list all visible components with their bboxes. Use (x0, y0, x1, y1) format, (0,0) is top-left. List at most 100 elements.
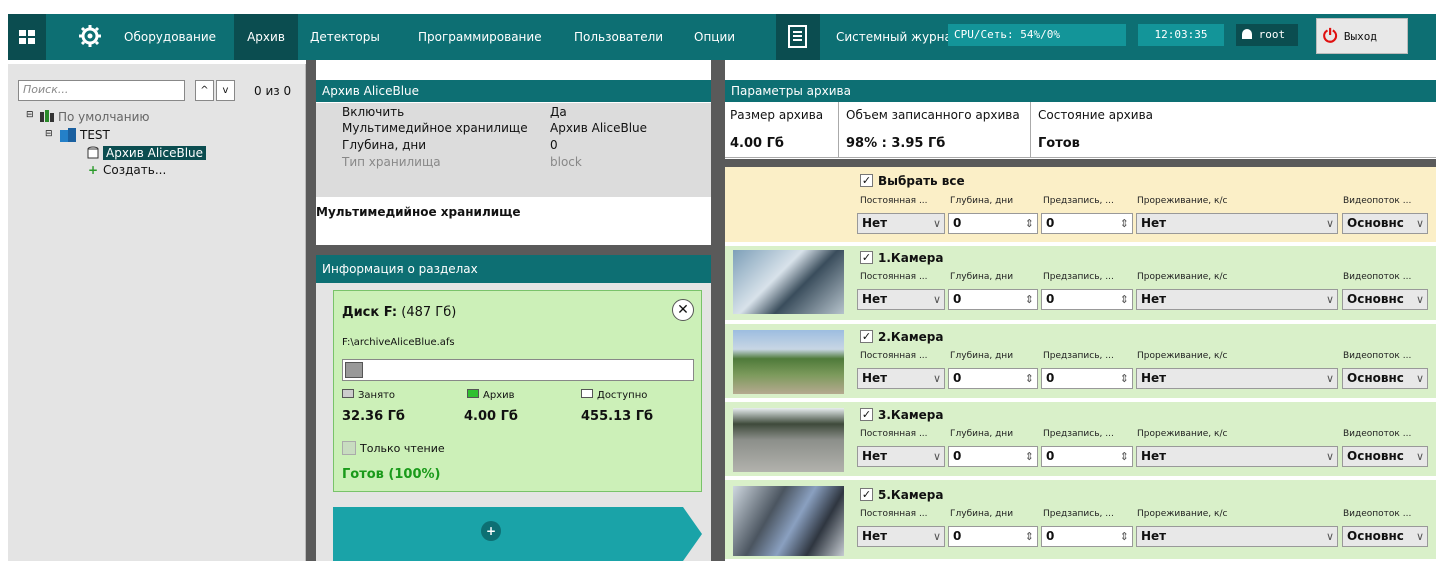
permanent-select[interactable]: Нет ∨ (857, 368, 945, 389)
thinning-select[interactable]: Нет ∨ (1136, 213, 1338, 234)
settings-button[interactable] (64, 14, 112, 60)
depth-stepper[interactable]: 0 ⇕ (948, 213, 1038, 234)
tab-archive[interactable]: Архив (234, 14, 298, 60)
user-badge[interactable]: root (1236, 24, 1298, 46)
permanent-select[interactable]: Нет ∨ (857, 213, 945, 234)
col-prerec: Предзапись, ... (1043, 272, 1114, 282)
disk-title: Диск F: (487 Гб) (342, 305, 456, 320)
tab-detectors[interactable]: Детекторы (302, 14, 388, 60)
prop-row[interactable]: Мультимедийное хранилище Архив AliceBlue (342, 121, 711, 136)
search-prev-button[interactable]: ^ (195, 80, 214, 101)
prop-key: Глубина, дни (342, 138, 427, 152)
camera-checkbox[interactable]: ✓ (860, 488, 873, 501)
stream-select[interactable]: Основнс ∨ (1342, 368, 1428, 389)
search-counter: 0 из 0 (254, 84, 292, 98)
legend-used: Занято (342, 389, 395, 401)
tab-equipment[interactable]: Оборудование (116, 14, 224, 60)
stream-select[interactable]: Основнс ∨ (1342, 213, 1428, 234)
stream-select[interactable]: Основнс ∨ (1342, 289, 1428, 310)
prerec-stepper[interactable]: 0 ⇕ (1041, 446, 1133, 467)
document-icon (788, 25, 807, 48)
readonly-checkbox[interactable]: Только чтение (342, 441, 445, 455)
camera-thumbnail (733, 330, 844, 394)
permanent-select[interactable]: Нет ∨ (857, 446, 945, 467)
col-thinning: Прореживание, к/с (1137, 196, 1228, 206)
camera-title: 3.Камера (878, 408, 944, 422)
tab-syslog[interactable]: Системный журнал (828, 14, 968, 60)
splitter-right[interactable] (711, 60, 725, 561)
stream-select[interactable]: Основнс ∨ (1342, 526, 1428, 547)
select-all-checkbox[interactable]: ✓ (860, 174, 873, 187)
col-depth: Глубина, дни (950, 272, 1014, 282)
permanent-select[interactable]: Нет ∨ (857, 526, 945, 547)
prop-row[interactable]: Глубина, дни 0 (342, 138, 711, 153)
panel-gap (316, 245, 711, 255)
add-disk-button[interactable]: + (333, 507, 702, 561)
tab-users[interactable]: Пользователи (566, 14, 671, 60)
col-permanent: Постоянная ... (860, 429, 928, 439)
depth-stepper[interactable]: 0 ⇕ (948, 526, 1038, 547)
stream-select[interactable]: Основнс ∨ (1342, 446, 1428, 467)
params-header: Параметры архива (725, 80, 1436, 102)
tab-options[interactable]: Опции (686, 14, 743, 60)
free-value: 455.13 Гб (581, 409, 654, 424)
state-value: Готов (1038, 136, 1080, 151)
tree-item-create[interactable]: Создать... (103, 163, 166, 177)
thinning-select[interactable]: Нет ∨ (1136, 289, 1338, 310)
col-state: Состояние архива (1038, 108, 1154, 122)
disk-status: Готов (100%) (342, 467, 441, 482)
thinning-select[interactable]: Нет ∨ (1136, 446, 1338, 467)
remove-disk-icon[interactable]: ✕ (672, 299, 694, 321)
permanent-select[interactable]: Нет ∨ (857, 289, 945, 310)
camera-thumbnail (733, 250, 844, 314)
search-input[interactable]: Поиск... (18, 80, 185, 101)
logout-label: Выход (1343, 30, 1377, 43)
tree-toggle-test[interactable]: ⊟ (45, 129, 53, 139)
splitter-left[interactable] (306, 60, 316, 561)
server-icon (60, 128, 76, 142)
depth-stepper[interactable]: 0 ⇕ (948, 446, 1038, 467)
tree-item-archive[interactable]: Архив AliceBlue (103, 146, 207, 160)
col-thinning: Прореживание, к/с (1137, 429, 1228, 439)
col-prerec: Предзапись, ... (1043, 429, 1114, 439)
disk-usage-used (345, 362, 363, 378)
col-permanent: Постоянная ... (860, 351, 928, 361)
depth-stepper[interactable]: 0 ⇕ (948, 289, 1038, 310)
tree-item-test[interactable]: TEST (80, 128, 110, 142)
camera-checkbox[interactable]: ✓ (860, 251, 873, 264)
camera-checkbox[interactable]: ✓ (860, 408, 873, 421)
col-depth: Глубина, дни (950, 429, 1014, 439)
prerec-stepper[interactable]: 0 ⇕ (1041, 213, 1133, 234)
grid-icon (19, 30, 35, 44)
disk-label: Диск F: (342, 305, 398, 320)
recorded-value: 98% : 3.95 Гб (846, 136, 946, 151)
prop-description: Мультимедийное хранилище (316, 198, 711, 245)
col-thinning: Прореживание, к/с (1137, 351, 1228, 361)
prerec-stepper[interactable]: 0 ⇕ (1041, 289, 1133, 310)
search-next-button[interactable]: v (216, 80, 235, 101)
camera-checkbox[interactable]: ✓ (860, 330, 873, 343)
prop-key: Включить (342, 105, 405, 119)
disk-usage-bar (342, 359, 694, 381)
thinning-select[interactable]: Нет ∨ (1136, 368, 1338, 389)
archive-value: 4.00 Гб (464, 409, 518, 424)
camera-title: 5.Камера (878, 488, 944, 502)
journal-icon-button[interactable] (776, 14, 820, 60)
col-stream: Видеопоток ... (1343, 351, 1412, 361)
prerec-stepper[interactable]: 0 ⇕ (1041, 368, 1133, 389)
device-tree-panel (8, 64, 306, 561)
col-prerec: Предзапись, ... (1043, 351, 1114, 361)
archive-props-header: Архив AliceBlue (316, 80, 711, 102)
prerec-stepper[interactable]: 0 ⇕ (1041, 526, 1133, 547)
col-thinning: Прореживание, к/с (1137, 509, 1228, 519)
plus-icon: + (88, 163, 99, 177)
prop-key: Мультимедийное хранилище (342, 121, 528, 135)
tree-toggle-default[interactable]: ⊟ (26, 110, 34, 120)
logout-button[interactable]: ⏻ Выход (1316, 18, 1408, 54)
tree-item-default[interactable]: По умолчанию (58, 110, 150, 124)
layouts-button[interactable] (8, 14, 46, 60)
prop-row[interactable]: Включить Да (342, 105, 711, 120)
thinning-select[interactable]: Нет ∨ (1136, 526, 1338, 547)
depth-stepper[interactable]: 0 ⇕ (948, 368, 1038, 389)
tab-programming[interactable]: Программирование (410, 14, 550, 60)
